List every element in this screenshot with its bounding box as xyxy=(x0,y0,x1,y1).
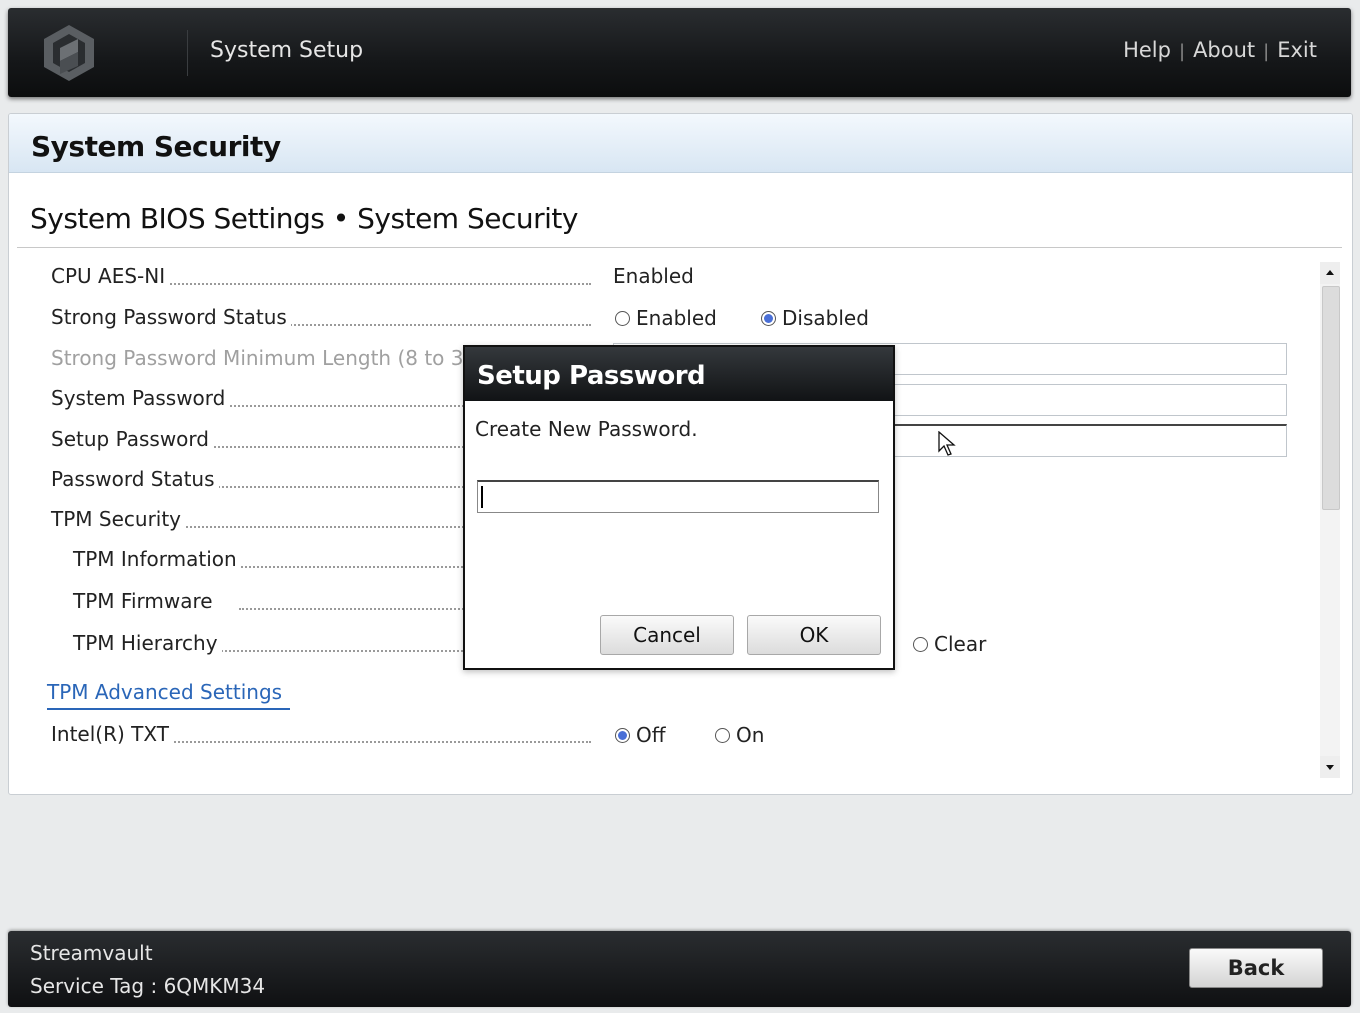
row-strong-password-status: Strong Password Status xyxy=(51,305,591,335)
radio-strong-password-disabled[interactable]: Disabled xyxy=(761,306,869,330)
radio-icon xyxy=(913,637,928,652)
arrow-down-icon xyxy=(1326,765,1334,770)
row-intel-txt: Intel(R) TXT xyxy=(51,722,591,752)
header-divider xyxy=(187,30,188,76)
setting-label: CPU AES-NI xyxy=(51,264,169,288)
setting-label: Setup Password xyxy=(51,427,213,451)
new-password-input[interactable] xyxy=(477,480,879,513)
cancel-button[interactable]: Cancel xyxy=(600,615,734,655)
setup-password-dialog: Setup Password Create New Password. Canc… xyxy=(463,345,895,670)
header-links: Help | About | Exit xyxy=(1123,38,1317,62)
setting-label: TPM Hierarchy xyxy=(73,631,222,655)
row-cpu-aes-ni: CPU AES-NI xyxy=(51,264,591,294)
top-header: System Setup Help | About | Exit xyxy=(8,8,1351,97)
setting-label: Password Status xyxy=(51,467,219,491)
setting-label: TPM Security xyxy=(51,507,185,531)
setting-label: Strong Password Minimum Length (8 to 32) xyxy=(51,346,488,370)
dialog-title: Setup Password xyxy=(465,347,893,401)
cube-logo-icon xyxy=(38,22,100,84)
scroll-up-button[interactable] xyxy=(1320,262,1340,284)
radio-tpm-hierarchy-clear[interactable]: Clear xyxy=(913,632,986,656)
mouse-pointer-icon xyxy=(938,431,956,457)
exit-link[interactable]: Exit xyxy=(1277,38,1317,62)
setting-label: TPM Firmware xyxy=(73,589,217,613)
scrollbar[interactable] xyxy=(1320,262,1340,778)
breadcrumb: System BIOS Settings • System Security xyxy=(30,202,578,235)
scroll-down-button[interactable] xyxy=(1320,756,1340,778)
back-button[interactable]: Back xyxy=(1189,948,1323,988)
help-link[interactable]: Help xyxy=(1123,38,1171,62)
setting-label: Strong Password Status xyxy=(51,305,291,329)
scrollbar-thumb[interactable] xyxy=(1322,286,1340,510)
radio-selected-icon xyxy=(761,311,776,326)
link-separator: | xyxy=(1263,41,1269,62)
tpm-advanced-settings-link[interactable]: TPM Advanced Settings xyxy=(47,680,290,710)
about-link[interactable]: About xyxy=(1193,38,1255,62)
device-name: Streamvault xyxy=(30,941,153,965)
setting-label: TPM Information xyxy=(73,547,241,571)
radio-selected-icon xyxy=(615,728,630,743)
cpu-aes-ni-value: Enabled xyxy=(613,264,694,288)
dialog-message: Create New Password. xyxy=(475,417,698,441)
page-title: System Security xyxy=(31,130,281,163)
radio-icon xyxy=(615,311,630,326)
panel-header: System Security xyxy=(9,114,1352,173)
footer-bar: Streamvault Service Tag : 6QMKM34 Back xyxy=(8,931,1351,1007)
radio-intel-txt-on[interactable]: On xyxy=(715,723,764,747)
setting-label: System Password xyxy=(51,386,229,410)
service-tag: Service Tag : 6QMKM34 xyxy=(30,974,265,998)
ok-button[interactable]: OK xyxy=(747,615,881,655)
app-title: System Setup xyxy=(210,38,363,63)
radio-strong-password-enabled[interactable]: Enabled xyxy=(615,306,717,330)
text-caret xyxy=(481,486,483,508)
link-separator: | xyxy=(1179,41,1185,62)
radio-intel-txt-off[interactable]: Off xyxy=(615,723,666,747)
radio-icon xyxy=(715,728,730,743)
arrow-up-icon xyxy=(1326,270,1334,275)
setting-label: Intel(R) TXT xyxy=(51,722,173,746)
divider xyxy=(17,247,1342,248)
